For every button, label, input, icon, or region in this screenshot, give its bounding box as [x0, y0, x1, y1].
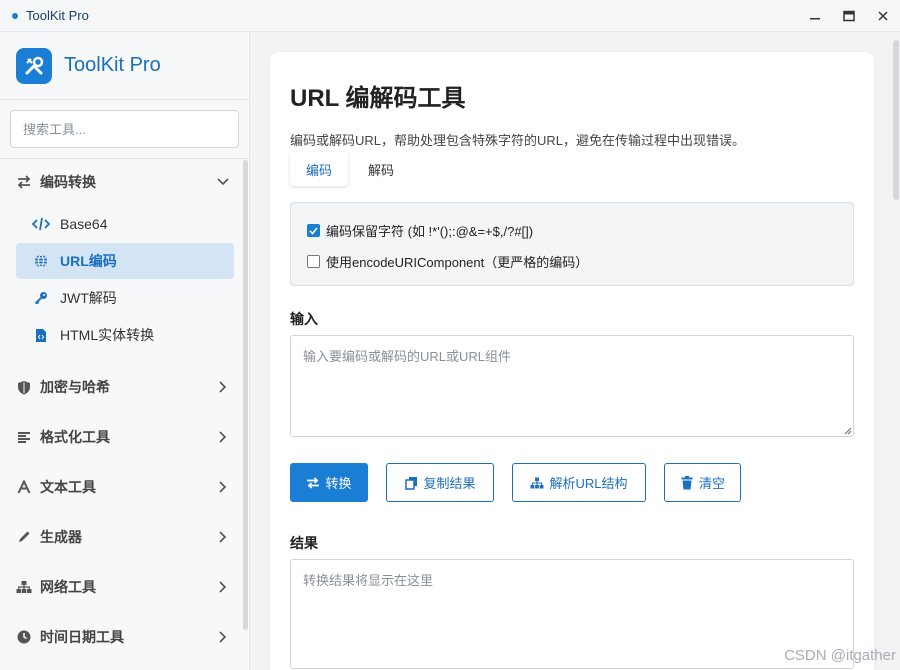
chevron-down-icon: [217, 176, 229, 188]
option-label: 使用encodeURIComponent（更严格的编码）: [326, 255, 589, 270]
result-label: 结果: [290, 535, 318, 551]
sidebar-group-datetime[interactable]: 时间日期工具: [0, 612, 249, 662]
tab-encode[interactable]: 编码: [290, 152, 349, 186]
page-title: URL 编解码工具: [290, 85, 466, 112]
watermark: CSDN @itgather: [784, 647, 896, 664]
brand-name: ToolKit Pro: [64, 54, 161, 76]
convert-button-label: 转换: [325, 476, 352, 491]
maximize-button[interactable]: [832, 0, 866, 32]
copy-icon: [404, 476, 418, 490]
brand: ToolKit Pro: [0, 32, 249, 100]
result-textarea[interactable]: [290, 559, 854, 669]
pen-icon: [16, 529, 32, 545]
parse-url-button[interactable]: 解析URL结构: [512, 463, 646, 502]
chevron-right-icon: [217, 581, 229, 593]
copy-result-button[interactable]: 复制结果: [386, 463, 494, 502]
sidebar-item-base64[interactable]: Base64: [16, 206, 234, 242]
tools-logo-icon: [16, 47, 52, 84]
sidebar-group-label: 格式化工具: [40, 429, 110, 445]
file-code-icon: [32, 327, 50, 343]
chevron-right-icon: [217, 481, 229, 493]
checkbox-checked[interactable]: [307, 224, 320, 237]
sidebar-group-label: 时间日期工具: [40, 629, 124, 645]
sidebar-item-jwt[interactable]: JWT解码: [16, 280, 234, 316]
window-controls: [798, 0, 900, 32]
chevron-right-icon: [217, 381, 229, 393]
parse-url-button-label: 解析URL结构: [549, 476, 628, 491]
sidebar-group-label: 编码转换: [40, 174, 96, 190]
sitemap-icon: [530, 476, 544, 490]
close-icon: [878, 11, 888, 21]
globe-icon: [32, 253, 50, 269]
option-encode-uri-component[interactable]: 使用encodeURIComponent（更严格的编码）: [307, 252, 588, 271]
sidebar-group-label: 加密与哈希: [40, 379, 110, 395]
tool-card: URL 编解码工具 编码或解码URL，帮助处理包含特殊字符的URL，避免在传输过…: [270, 52, 874, 670]
option-label: 编码保留字符 (如 !*'();:@&=+$,/?#[]): [326, 224, 534, 239]
sidebar-item-html-entity[interactable]: HTML实体转换: [16, 317, 234, 353]
input-label: 输入: [290, 311, 318, 327]
chevron-right-icon: [217, 431, 229, 443]
clock-icon: [16, 629, 32, 645]
sidebar-group-generator[interactable]: 生成器: [0, 512, 249, 562]
search-input[interactable]: [10, 110, 239, 148]
maximize-icon: [843, 10, 855, 22]
window-title: ToolKit Pro: [26, 8, 89, 23]
sidebar-item-label: Base64: [60, 216, 108, 232]
tab-decode[interactable]: 解码: [352, 152, 410, 186]
mode-tabs: 编码 解码: [290, 152, 410, 188]
nav-group-encoding: 编码转换 Base64 URL编码 JWT解码 HTML实体转换: [0, 159, 249, 353]
sidebar-group-crypto[interactable]: 加密与哈希: [0, 362, 249, 412]
sidebar-group-label: 生成器: [40, 529, 82, 545]
shield-icon: [16, 379, 32, 395]
resize-grip-icon[interactable]: [844, 427, 852, 435]
exchange-icon: [306, 476, 320, 490]
option-preserve-reserved[interactable]: 编码保留字符 (如 !*'();:@&=+$,/?#[]): [307, 221, 533, 240]
action-buttons: 转换 复制结果 解析URL结构 清空: [290, 463, 759, 502]
sidebar-item-label: URL编码: [60, 253, 117, 269]
input-textarea[interactable]: [290, 335, 854, 437]
sidebar-group-encoding[interactable]: 编码转换: [0, 159, 249, 205]
minimize-icon: [810, 18, 820, 20]
checkbox-unchecked[interactable]: [307, 255, 320, 268]
title-bar: ToolKit Pro: [0, 0, 900, 32]
sidebar-group-text[interactable]: 文本工具: [0, 462, 249, 512]
sidebar-scrollbar[interactable]: [243, 160, 248, 630]
trash-icon: [680, 475, 694, 490]
clear-button[interactable]: 清空: [664, 463, 741, 502]
code-icon: [32, 216, 50, 232]
clear-button-label: 清空: [699, 476, 726, 491]
sidebar: ToolKit Pro 编码转换 Base64 URL编码: [0, 32, 250, 670]
font-icon: [16, 479, 32, 495]
main-content: URL 编解码工具 编码或解码URL，帮助处理包含特殊字符的URL，避免在传输过…: [250, 32, 900, 670]
sidebar-item-url-encode[interactable]: URL编码: [16, 243, 234, 279]
convert-button[interactable]: 转换: [290, 463, 368, 502]
copy-result-button-label: 复制结果: [423, 476, 476, 491]
sidebar-group-label: 网络工具: [40, 579, 96, 595]
sidebar-group-label: 文本工具: [40, 479, 96, 495]
arrows-exchange-icon: [16, 174, 32, 190]
minimize-button[interactable]: [798, 0, 832, 32]
sidebar-item-label: JWT解码: [60, 290, 117, 306]
chevron-right-icon: [217, 631, 229, 643]
main-scrollbar[interactable]: [893, 40, 899, 200]
align-left-icon: [16, 429, 32, 445]
key-icon: [32, 290, 50, 306]
close-button[interactable]: [866, 0, 900, 32]
app-dot-icon: [12, 12, 18, 19]
page-description: 编码或解码URL，帮助处理包含特殊字符的URL，避免在传输过程中出现错误。: [290, 133, 746, 148]
sitemap-icon: [16, 579, 32, 595]
search-container: [0, 100, 249, 159]
sidebar-item-label: HTML实体转换: [60, 327, 155, 343]
options-panel: 编码保留字符 (如 !*'();:@&=+$,/?#[]) 使用encodeUR…: [290, 202, 854, 286]
sidebar-group-network[interactable]: 网络工具: [0, 562, 249, 612]
chevron-right-icon: [217, 531, 229, 543]
sidebar-group-format[interactable]: 格式化工具: [0, 412, 249, 462]
